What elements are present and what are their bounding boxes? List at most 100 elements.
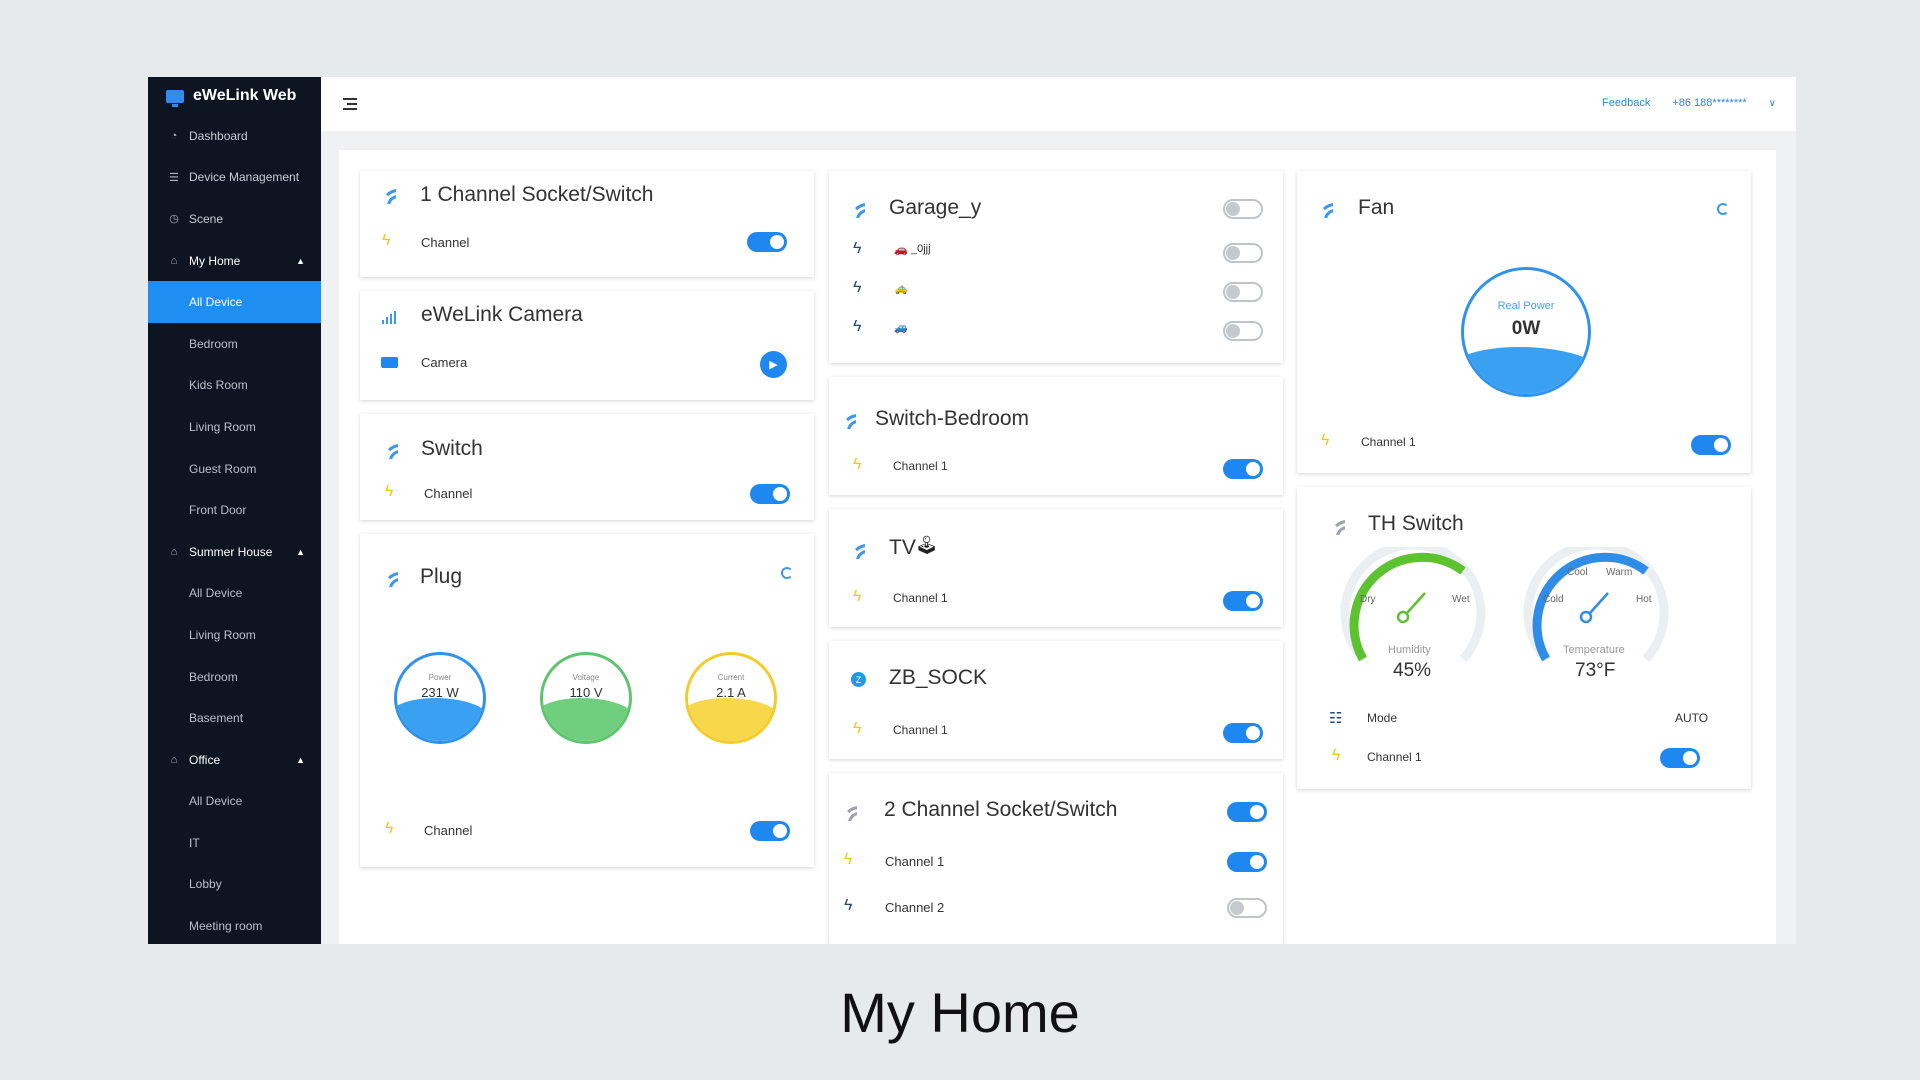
temperature-warm-label: Warm bbox=[1606, 567, 1633, 578]
channel-toggle[interactable] bbox=[1223, 459, 1263, 479]
sidebar-item-label: Dashboard bbox=[189, 128, 248, 143]
sidebar-item-device-management[interactable]: ☰ Device Management bbox=[148, 157, 321, 199]
chevron-down-icon: ∨ bbox=[1768, 98, 1776, 109]
sidebar-item-basement[interactable]: Basement bbox=[148, 697, 321, 739]
channel-toggle[interactable] bbox=[1223, 199, 1263, 219]
sidebar-item-it[interactable]: IT bbox=[148, 822, 321, 864]
device-card[interactable]: 2 Channel Socket/Switch ϟ Channel 1 ϟ Ch… bbox=[829, 773, 1283, 944]
sidebar-item-all-device[interactable]: All Device bbox=[148, 781, 321, 823]
mode-label: Mode bbox=[1367, 711, 1398, 725]
refresh-icon[interactable] bbox=[781, 567, 793, 579]
sidebar-item-lobby[interactable]: Lobby bbox=[148, 864, 321, 906]
bolt-icon: ϟ bbox=[385, 820, 394, 837]
channel-toggle[interactable] bbox=[1223, 723, 1263, 743]
sidebar-item-bedroom[interactable]: Bedroom bbox=[148, 323, 321, 365]
current-gauge-value: 2.1 A bbox=[716, 685, 746, 700]
feedback-link[interactable]: Feedback bbox=[1602, 97, 1650, 109]
home-icon: ⌂ bbox=[170, 545, 178, 558]
channel-toggle[interactable] bbox=[1223, 321, 1263, 341]
menu-toggle-icon[interactable] bbox=[343, 98, 357, 110]
bolt-icon: ϟ bbox=[853, 240, 862, 257]
channel-toggle[interactable] bbox=[1227, 852, 1267, 872]
bolt-icon: ϟ bbox=[853, 456, 862, 473]
wifi-icon bbox=[1317, 202, 1333, 218]
bolt-icon: ϟ bbox=[1321, 432, 1330, 449]
channel-label: Channel bbox=[421, 235, 470, 250]
channel-toggle[interactable] bbox=[1223, 282, 1263, 302]
wifi-icon bbox=[849, 543, 865, 559]
device-card[interactable]: Switch ϟ Channel bbox=[360, 414, 814, 520]
device-title: ZB_SOCK bbox=[889, 666, 988, 689]
app-window: eWeLink Web ◔ Dashboard ☰ Device Managem… bbox=[148, 77, 1796, 944]
wifi-icon bbox=[382, 443, 398, 459]
sidebar-item-living-room[interactable]: Living Room bbox=[148, 406, 321, 448]
account-menu[interactable]: +86 188******** ∨ bbox=[1672, 97, 1776, 109]
power-gauge: Power 231 W bbox=[394, 652, 486, 744]
channel-toggle[interactable] bbox=[750, 821, 790, 841]
sidebar: eWeLink Web ◔ Dashboard ☰ Device Managem… bbox=[148, 77, 321, 944]
sidebar-group-my-home[interactable]: ⌂ My Home ▲ bbox=[148, 240, 321, 282]
sidebar-item-label: All Device bbox=[189, 794, 243, 809]
device-title: TH Switch bbox=[1368, 512, 1464, 535]
sidebar-item-label: Front Door bbox=[189, 503, 247, 518]
device-card[interactable]: Z ZB_SOCK ϟ Channel 1 bbox=[829, 641, 1283, 759]
current-gauge: Current 2.1 A bbox=[685, 652, 777, 744]
page-caption: My Home bbox=[840, 981, 1080, 1044]
app-logo[interactable]: eWeLink Web bbox=[148, 77, 321, 115]
master-toggle[interactable] bbox=[1227, 802, 1267, 822]
taxi-icon: 🚕 bbox=[894, 283, 908, 295]
sidebar-item-bedroom[interactable]: Bedroom bbox=[148, 656, 321, 698]
channel-toggle[interactable] bbox=[1660, 748, 1700, 768]
voltage-gauge-label: Voltage bbox=[572, 673, 600, 682]
device-card[interactable]: 1 Channel Socket/Switch ϟ Channel bbox=[360, 171, 814, 277]
sidebar-item-guest-room[interactable]: Guest Room bbox=[148, 448, 321, 490]
voltage-gauge-value: 110 V bbox=[569, 685, 603, 700]
list-icon: ☰ bbox=[169, 171, 179, 184]
signal-bars-icon bbox=[382, 310, 396, 324]
play-button[interactable]: ▶ bbox=[760, 351, 787, 378]
sidebar-item-meeting-room[interactable]: Meeting room bbox=[148, 905, 321, 944]
device-title: eWeLink Camera bbox=[421, 303, 583, 326]
power-gauge-value: 231 W bbox=[421, 685, 459, 700]
channel-toggle[interactable] bbox=[1691, 435, 1731, 455]
humidity-wet-label: Wet bbox=[1452, 594, 1470, 605]
sidebar-group-office[interactable]: ⌂ Office ▲ bbox=[148, 739, 321, 781]
sidebar-item-front-door[interactable]: Front Door bbox=[148, 489, 321, 531]
device-card[interactable]: Fan Real Power 0W ϟ Channel 1 bbox=[1297, 171, 1751, 473]
sidebar-item-label: All Device bbox=[189, 586, 243, 601]
sidebar-item-living-room[interactable]: Living Room bbox=[148, 614, 321, 656]
device-card[interactable]: Garage_y ϟ 🚗 _0jjj ϟ 🚕 ϟ 🚙 bbox=[829, 171, 1283, 363]
sidebar-item-scene[interactable]: ◷ Scene bbox=[148, 198, 321, 240]
mode-value[interactable]: AUTO bbox=[1675, 711, 1708, 725]
sidebar-item-all-device[interactable]: All Device bbox=[148, 573, 321, 615]
sidebar-item-label: Kids Room bbox=[189, 378, 248, 393]
device-title: Switch-Bedroom bbox=[875, 407, 1030, 430]
sidebar-group-label: My Home bbox=[189, 253, 241, 268]
device-card[interactable]: eWeLink Camera Camera ▶ bbox=[360, 291, 814, 400]
sidebar-item-label: Meeting room bbox=[189, 919, 263, 934]
device-title: Garage_y bbox=[889, 196, 982, 219]
sidebar-item-dashboard[interactable]: ◔ Dashboard bbox=[148, 115, 321, 157]
channel-toggle[interactable] bbox=[750, 484, 790, 504]
device-card[interactable]: TV 🕹 ϟ Channel 1 bbox=[829, 509, 1283, 627]
chevron-up-icon: ▲ bbox=[296, 546, 305, 557]
channel-toggle[interactable] bbox=[1223, 243, 1263, 263]
channel-toggle[interactable] bbox=[1223, 591, 1263, 611]
device-card[interactable]: TH Switch Dry Wet Humidity 45% Cool Warm… bbox=[1297, 487, 1751, 789]
sidebar-item-label: Bedroom bbox=[189, 336, 238, 351]
home-icon: ⌂ bbox=[170, 254, 178, 267]
channel-toggle[interactable] bbox=[1227, 898, 1267, 918]
sidebar-group-summer-house[interactable]: ⌂ Summer House ▲ bbox=[148, 531, 321, 573]
sidebar-item-all-device[interactable]: All Device bbox=[148, 281, 321, 323]
bolt-icon: ϟ bbox=[382, 232, 391, 249]
device-card[interactable]: Switch-Bedroom ϟ Channel 1 bbox=[829, 377, 1283, 495]
bolt-icon: ϟ bbox=[853, 318, 862, 335]
device-card[interactable]: Plug Power 231 W Voltage 110 V Current 2… bbox=[360, 534, 814, 867]
channel-label: Channel 1 bbox=[1367, 750, 1422, 764]
device-title: 1 Channel Socket/Switch bbox=[420, 183, 654, 206]
sidebar-item-kids-room[interactable]: Kids Room bbox=[148, 365, 321, 407]
temperature-value: 73°F bbox=[1575, 660, 1616, 681]
device-title: Fan bbox=[1358, 196, 1395, 219]
refresh-icon[interactable] bbox=[1717, 203, 1729, 215]
channel-toggle[interactable] bbox=[747, 232, 787, 252]
